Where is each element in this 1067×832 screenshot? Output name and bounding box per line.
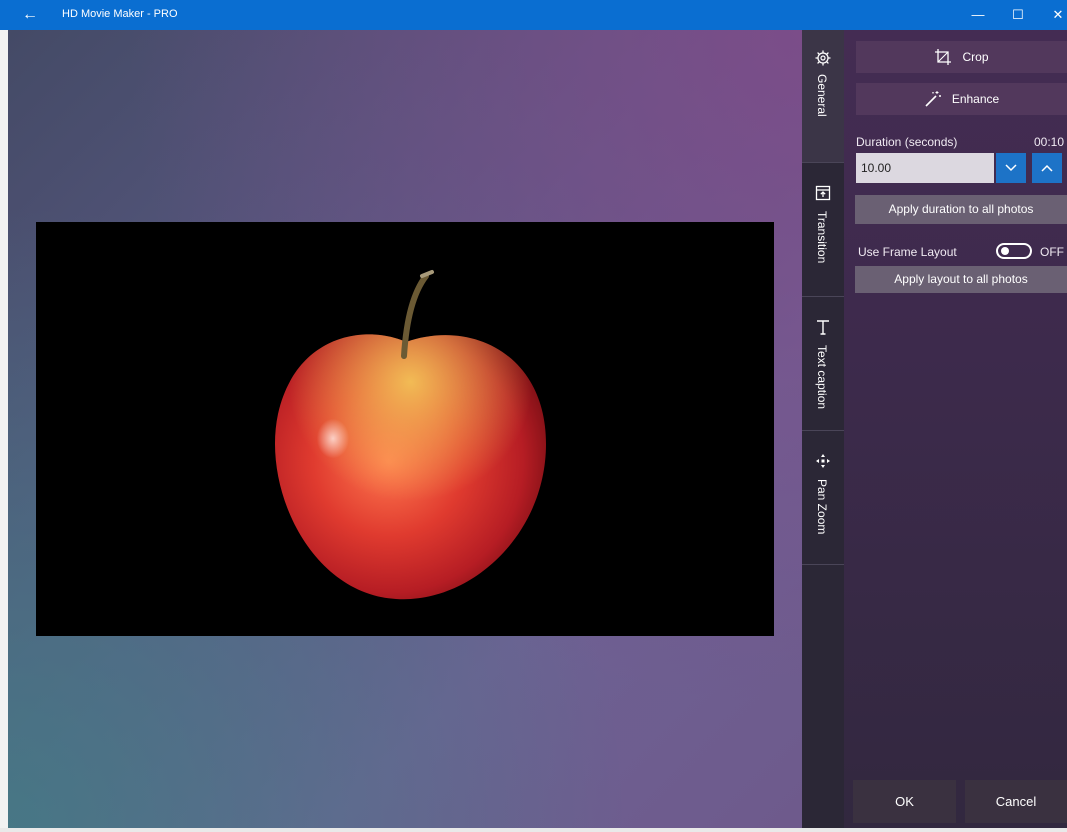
apply-duration-button[interactable]: Apply duration to all photos (855, 195, 1067, 224)
duration-increase-button[interactable] (1032, 153, 1062, 183)
chevron-down-icon (1005, 164, 1017, 172)
duration-decrease-button[interactable] (996, 153, 1026, 183)
ok-button[interactable]: OK (853, 780, 956, 823)
enhance-label: Enhance (951, 92, 1000, 106)
back-arrow-icon: ← (22, 6, 38, 23)
frame-layout-toggle[interactable] (996, 243, 1032, 259)
crop-button[interactable]: Crop (856, 41, 1067, 73)
tab-pan-zoom[interactable]: Pan Zoom (802, 431, 844, 565)
tab-label: Transition (815, 211, 829, 264)
chevron-up-icon (1041, 164, 1053, 172)
duration-time: 00:10 (1034, 135, 1065, 149)
tab-label: Text caption (815, 345, 829, 410)
title-bar: ← HD Movie Maker - PRO — ☐ ✕ (0, 0, 1067, 30)
magic-wand-icon (925, 91, 941, 107)
frame-layout-label: Use Frame Layout (858, 245, 957, 259)
frame-layout-state: OFF (1040, 245, 1064, 259)
gear-icon (815, 50, 831, 66)
side-tab-strip: General Transition Text caption Pan Zoom (802, 30, 844, 828)
tab-general[interactable]: General (802, 30, 844, 163)
text-icon (817, 320, 829, 335)
crop-icon (935, 49, 952, 65)
back-button[interactable]: ← (14, 2, 46, 28)
tab-text-caption[interactable]: Text caption (802, 297, 844, 431)
preview-canvas (8, 30, 802, 828)
cancel-button[interactable]: Cancel (965, 780, 1067, 823)
tab-label: General (815, 74, 829, 117)
duration-label: Duration (seconds) (856, 135, 958, 149)
photo-preview[interactable] (36, 222, 774, 636)
crop-label: Crop (962, 50, 989, 64)
app-title: HD Movie Maker - PRO (62, 8, 178, 20)
apple-image (274, 270, 546, 600)
enhance-button[interactable]: Enhance (856, 83, 1067, 115)
close-button[interactable]: ✕ (1035, 0, 1067, 30)
tab-label: Pan Zoom (815, 479, 829, 535)
properties-panel: Crop Enhance Duration (seconds) 00:10 10… (844, 30, 1067, 828)
pan-zoom-icon (816, 454, 830, 468)
toggle-knob (1001, 247, 1009, 255)
window-border (0, 30, 8, 828)
duration-input[interactable]: 10.00 (856, 153, 994, 183)
apply-layout-button[interactable]: Apply layout to all photos (855, 266, 1067, 293)
tab-transition[interactable]: Transition (802, 163, 844, 297)
transition-icon (815, 185, 831, 201)
window-bottom-border (0, 828, 1067, 832)
